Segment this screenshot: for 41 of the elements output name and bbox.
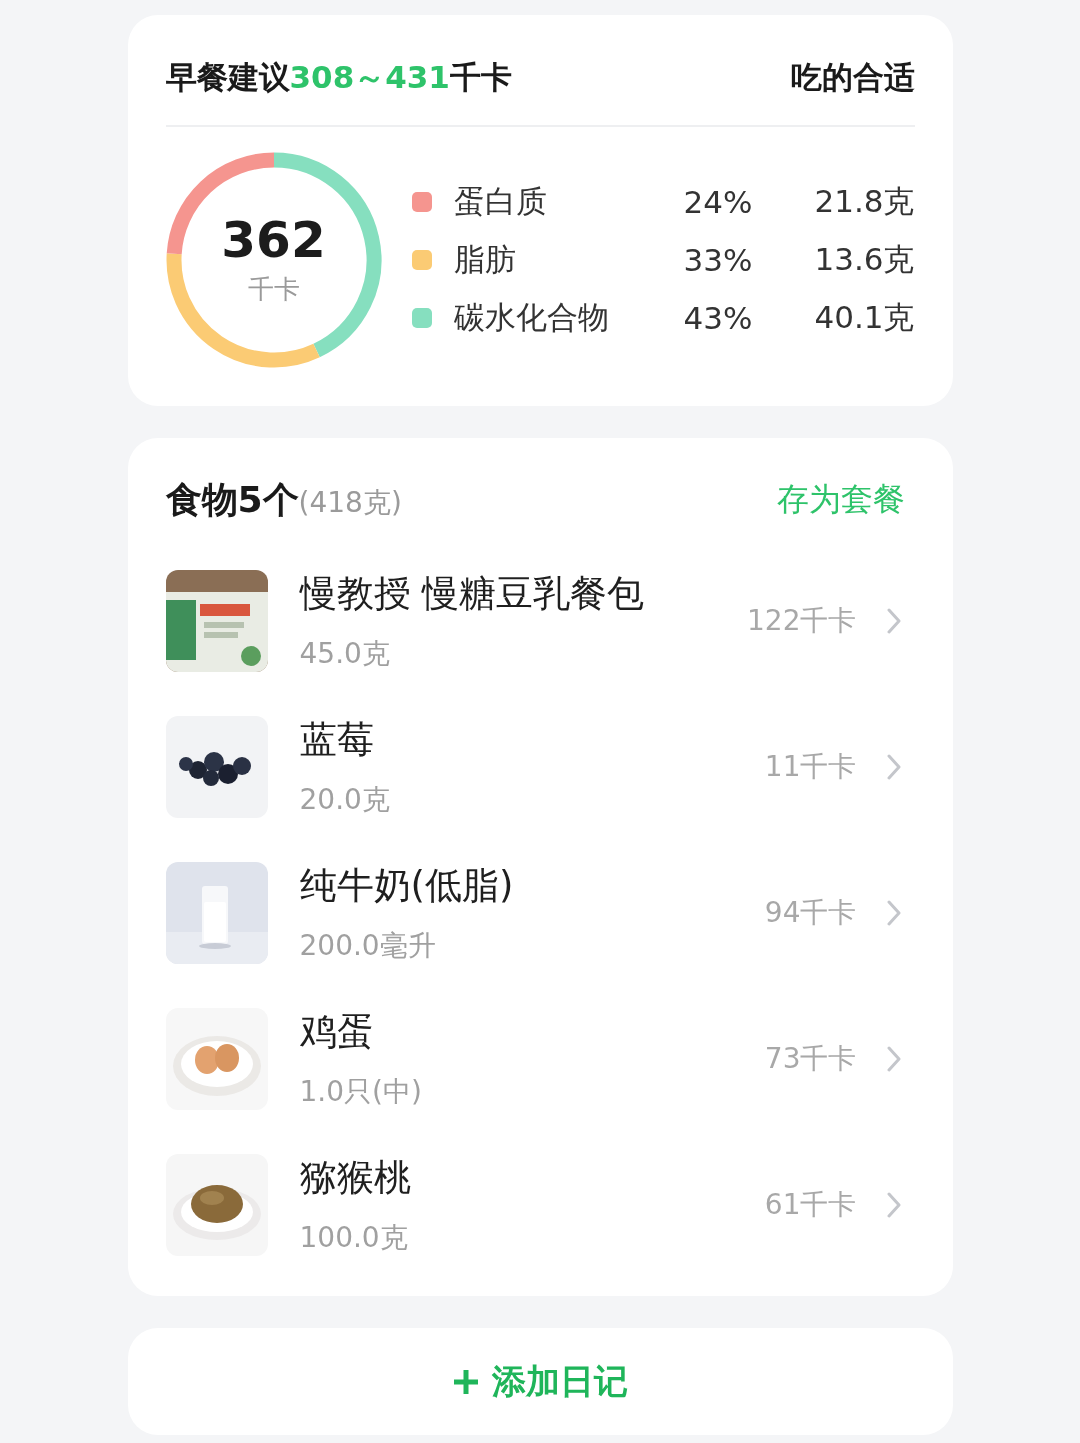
food-item[interactable]: 慢教授 慢糖豆乳餐包 45.0克 122千卡 (165, 548, 915, 694)
food-calories: 122千卡 (747, 603, 857, 639)
chevron-icon (886, 1046, 901, 1072)
food-item[interactable]: 纯牛奶(低脂) 200.0毫升 94千卡 (165, 840, 915, 986)
nutrient-name: 脂肪 (453, 240, 517, 279)
food-amount: 20.0克 (299, 782, 391, 818)
chevron-icon (886, 754, 901, 780)
food-calories: 73千卡 (764, 1041, 857, 1077)
nutrient-amount: 40.1克 (813, 298, 915, 337)
food-item[interactable]: 鸡蛋 1.0只(中) 73千卡 (165, 986, 915, 1132)
food-name: 纯牛奶(低脂) (299, 863, 515, 909)
verdict-text: 吃的合适 (790, 58, 915, 97)
nutrient-percent: 43% (683, 300, 754, 336)
food-calories: 11千卡 (764, 749, 857, 785)
calorie-unit: 千卡 (247, 273, 300, 306)
food-calories: 61千卡 (764, 1187, 857, 1223)
plus-icon (452, 1367, 480, 1396)
food-count-title: 食物5个 (165, 477, 299, 522)
chevron-icon (886, 1192, 901, 1218)
food-name: 慢教授 慢糖豆乳餐包 (299, 571, 646, 617)
nutrient-name: 蛋白质 (453, 182, 548, 221)
nutrient-amount: 21.8克 (813, 182, 915, 221)
food-amount: 200.0毫升 (299, 928, 437, 964)
nutrient-amount: 13.6克 (813, 240, 915, 279)
food-amount: 100.0克 (299, 1220, 409, 1256)
food-calories: 94千卡 (764, 895, 857, 931)
food-amount: 45.0克 (299, 636, 391, 672)
food-name: 鸡蛋 (299, 1009, 375, 1055)
food-name: 猕猴桃 (299, 1155, 412, 1201)
food-item[interactable]: 蓝莓 20.0克 11千卡 (165, 694, 915, 840)
calorie-value: 362 (221, 213, 326, 268)
meal-title: 早餐建议308～431千卡 (165, 58, 512, 97)
total-weight: (418克) (298, 485, 402, 521)
nutrient-percent: 33% (683, 242, 754, 278)
food-amount: 1.0只(中) (299, 1074, 423, 1110)
nutrient-name: 碳水化合物 (453, 298, 610, 337)
food-name: 蓝莓 (299, 717, 375, 763)
nutrient-percent: 24% (683, 184, 754, 220)
chevron-icon (886, 900, 901, 926)
food-item[interactable]: 猕猴桃 100.0克 61千卡 (165, 1132, 915, 1278)
chevron-icon (886, 608, 901, 634)
